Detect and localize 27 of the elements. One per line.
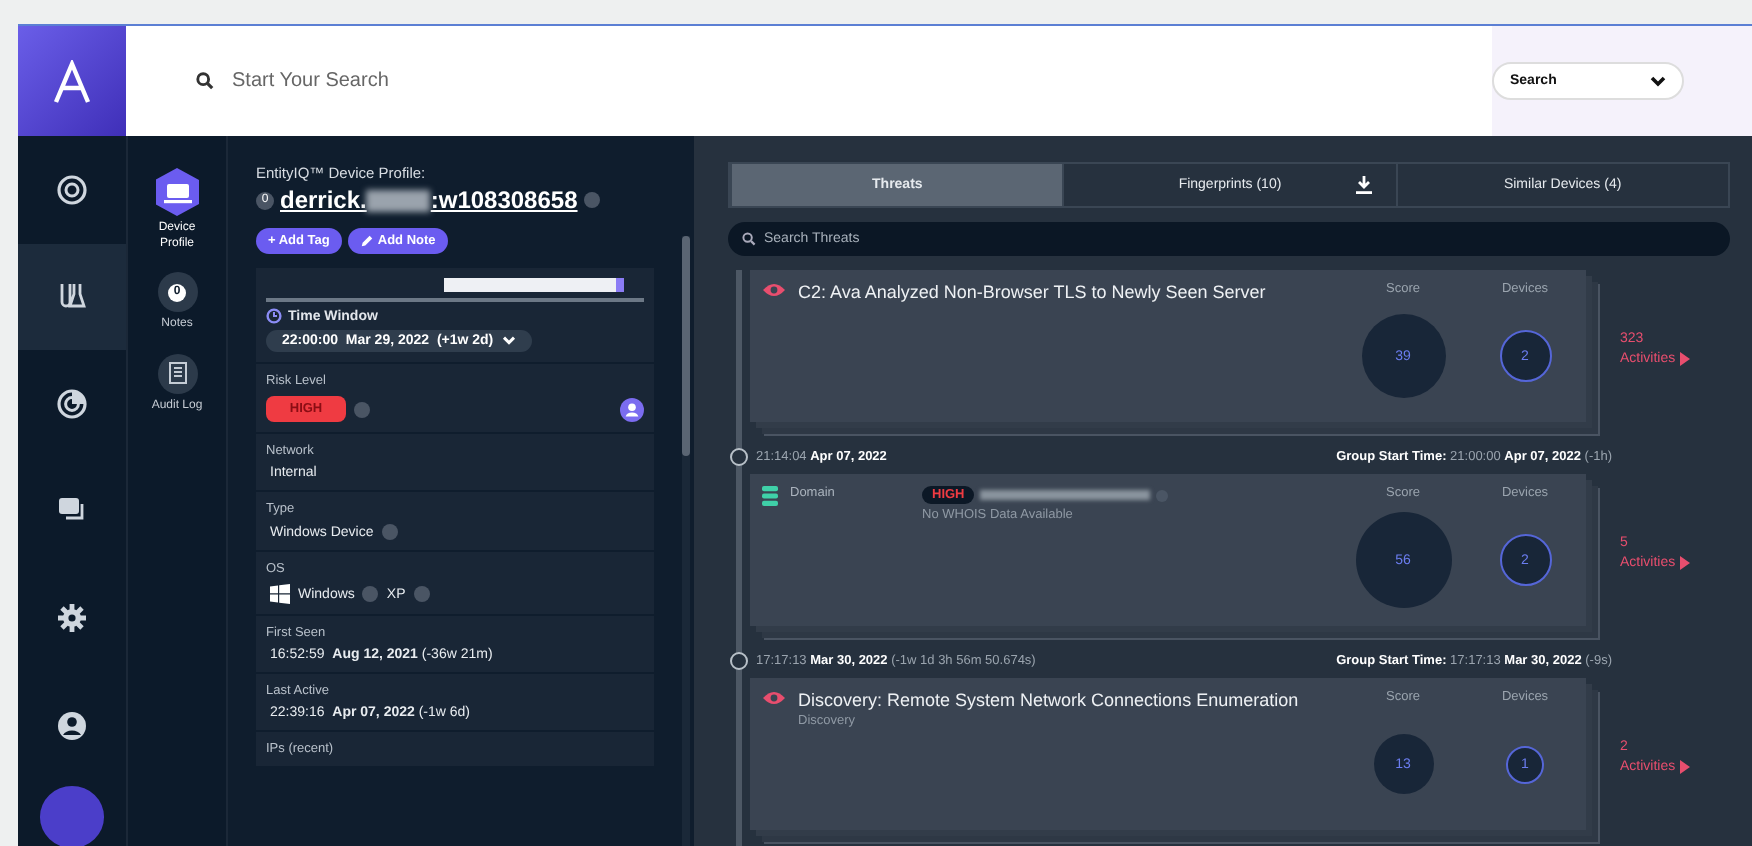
clock-icon: [266, 308, 282, 324]
timeline-node: [730, 448, 748, 466]
caret-icon: [1679, 556, 1690, 571]
timeline-node: [730, 652, 748, 670]
windows-icon: [270, 584, 290, 604]
laptop-icon: [163, 181, 191, 203]
settings-icon: [56, 602, 88, 635]
scrollbar[interactable]: [682, 236, 690, 846]
user-icon: [56, 709, 88, 742]
pencil-icon: [359, 234, 374, 248]
eye-icon: [762, 282, 786, 298]
user-icon[interactable]: [620, 397, 644, 421]
flask-icon: [56, 280, 88, 313]
threat-title: Discovery: Remote System Network Connections Enumeration: [798, 690, 1299, 710]
search-icon: [196, 72, 214, 90]
logo-icon[interactable]: [18, 26, 126, 136]
gauge-icon: [56, 173, 88, 206]
target-icon: [56, 387, 88, 420]
server-icon: [762, 486, 778, 506]
caret-icon: [1679, 352, 1690, 367]
threat-title: C2: Ava Analyzed Non-Browser TLS to Newly Seen Server: [798, 282, 1266, 302]
caret-icon: [1679, 760, 1690, 775]
eye-icon: [762, 690, 786, 706]
download-icon[interactable]: [1355, 176, 1372, 194]
document-icon: [167, 362, 187, 384]
time-range-bar[interactable]: [444, 278, 624, 292]
device-name-link[interactable]: derrick. :w108308658: [280, 186, 578, 214]
